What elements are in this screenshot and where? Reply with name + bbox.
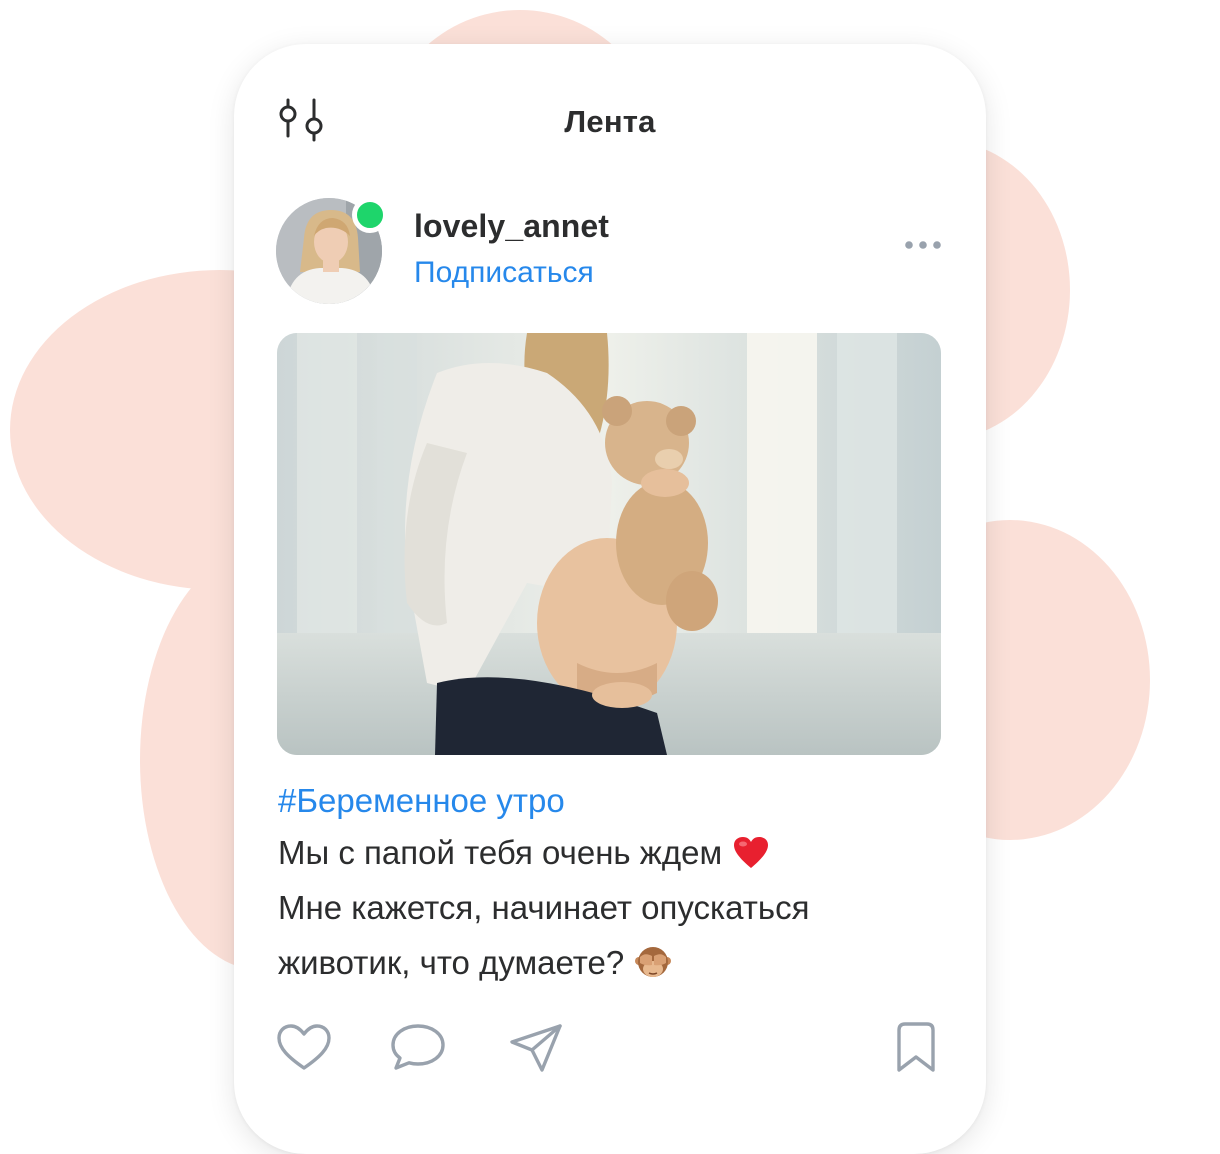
phone-screen: Лента lovely_annet Подписаться #Беременн… [234, 44, 986, 1154]
page-title: Лента [564, 104, 656, 139]
share-icon[interactable] [508, 1020, 568, 1076]
red-heart-emoji [733, 836, 769, 878]
subscribe-button[interactable]: Подписаться [414, 256, 594, 290]
online-status-indicator [352, 197, 388, 233]
post-hashtag[interactable]: #Беременное утро [278, 782, 565, 820]
post-text-line-1: Мы с папой тебя очень ждем [278, 834, 769, 878]
bookmark-icon[interactable] [886, 1020, 946, 1076]
comment-icon[interactable] [388, 1020, 448, 1076]
post-text-line-2: Мне кажется, начинает опускаться [278, 889, 810, 926]
author-username[interactable]: lovely_annet [414, 208, 609, 245]
post-text-line-1-text: Мы с папой тебя очень ждем [278, 834, 723, 871]
heart-icon[interactable] [274, 1020, 334, 1076]
post-image[interactable] [277, 333, 941, 755]
post-text-line-3-text: животик, что думаете? [278, 944, 625, 981]
see-no-evil-monkey-emoji [635, 944, 672, 988]
post-text-line-3: животик, что думаете? [278, 944, 672, 988]
more-horizontal-icon[interactable] [902, 232, 948, 258]
